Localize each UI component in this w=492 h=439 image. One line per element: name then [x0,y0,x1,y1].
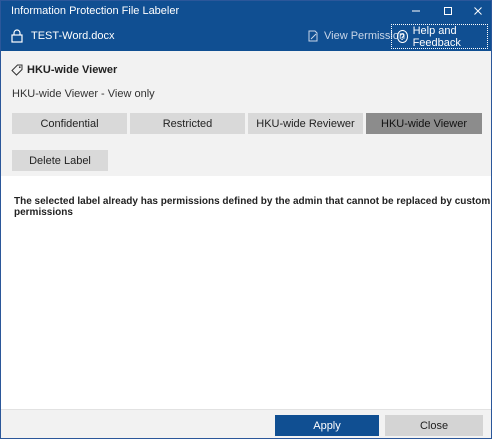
title-bar[interactable]: Information Protection File Labeler [1,1,491,21]
close-icon [474,7,482,15]
label-option-restricted[interactable]: Restricted [130,113,245,134]
close-label: Close [419,419,449,432]
footer-bar: Apply Close [1,409,491,438]
apply-button[interactable]: Apply [275,415,379,436]
tag-icon [11,64,23,76]
current-label-name: HKU-wide Viewer [27,64,118,76]
app-window: Information Protection File Labeler TEST… [0,0,492,439]
maximize-icon [444,7,452,15]
lock-icon [11,29,23,43]
maximize-button[interactable] [433,1,463,21]
file-header: TEST-Word.docx View Permission ? Help an… [1,21,491,51]
current-label-description: HKU-wide Viewer - View only [12,88,155,100]
apply-label: Apply [313,419,341,432]
help-icon: ? [397,30,408,43]
delete-label-text: Delete Label [29,154,91,167]
help-feedback-label: Help and Feedback [412,24,461,49]
edit-document-icon [308,30,318,42]
label-panel: HKU-wide Viewer HKU-wide Viewer - View o… [1,51,491,176]
label-option-hku-wide-viewer[interactable]: HKU-wide Viewer [366,113,482,134]
label-option-confidential[interactable]: Confidential [12,113,127,134]
close-window-button[interactable] [463,1,492,21]
close-button[interactable]: Close [385,415,483,436]
file-name: TEST-Word.docx [31,30,115,42]
minimize-button[interactable] [401,1,431,21]
label-option-hku-wide-reviewer[interactable]: HKU-wide Reviewer [248,113,363,134]
permissions-message: The selected label already has permissio… [14,196,491,218]
window-title: Information Protection File Labeler [11,5,180,17]
minimize-icon [412,10,420,12]
help-feedback-button[interactable]: ? Help and Feedback [391,24,488,49]
delete-label-button[interactable]: Delete Label [12,150,108,171]
